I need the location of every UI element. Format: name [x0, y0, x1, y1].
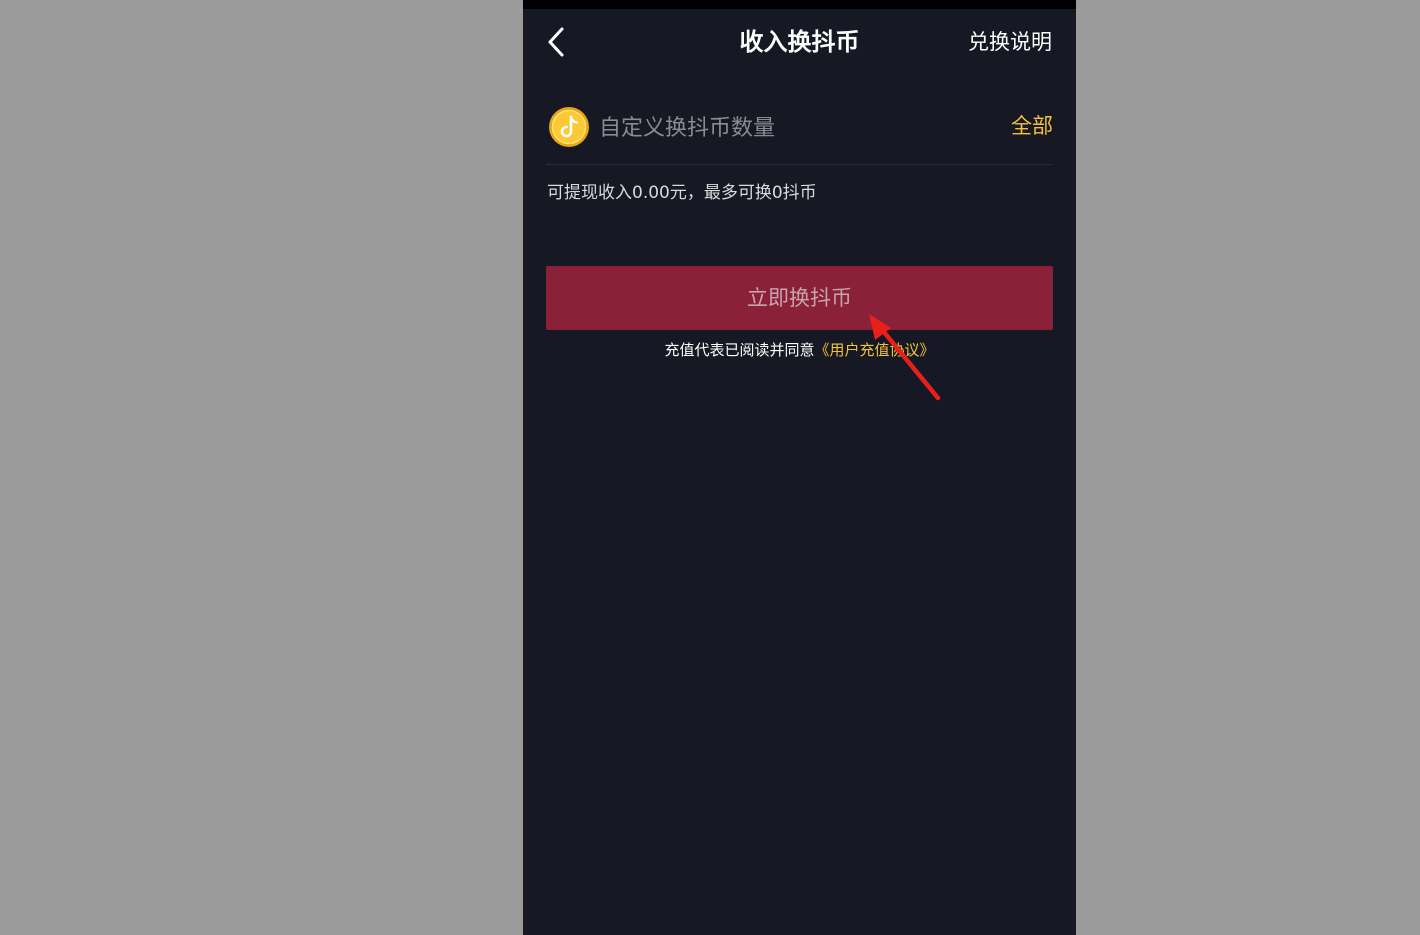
coin-icon [548, 106, 590, 148]
nav-bar: 收入换抖币 兑换说明 [523, 9, 1076, 75]
agreement-prefix: 充值代表已阅读并同意 [664, 341, 815, 359]
amount-input[interactable] [599, 110, 979, 146]
balance-text: 可提现收入0.00元，最多可换0抖币 [547, 183, 817, 203]
all-button[interactable]: 全部 [1011, 111, 1053, 141]
agreement-line: 充值代表已阅读并同意《用户充值协议》 [523, 339, 1076, 361]
recharge-agreement-link[interactable]: 《用户充值协议》 [815, 341, 935, 359]
amount-row: 全部 [546, 100, 1053, 165]
exchange-now-button[interactable]: 立即换抖币 [546, 266, 1053, 330]
exchange-info-link[interactable]: 兑换说明 [968, 27, 1052, 57]
phone-screen: 收入换抖币 兑换说明 全部 可提现收入0.00元，最多可换0抖币 立即换抖币 充… [523, 0, 1076, 935]
status-bar [523, 0, 1076, 9]
